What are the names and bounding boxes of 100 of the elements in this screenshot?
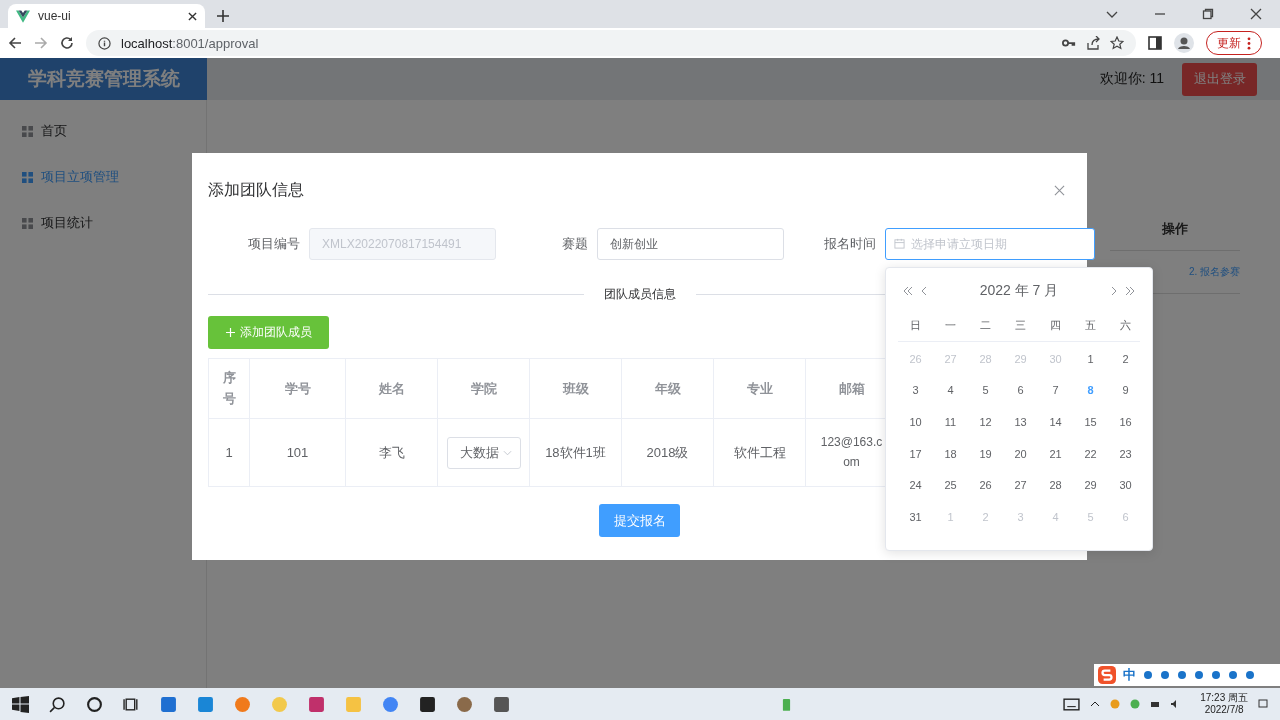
previous-year-icon[interactable] xyxy=(902,286,914,296)
calendar-day[interactable]: 31 xyxy=(898,510,933,523)
calendar-day[interactable]: 21 xyxy=(1038,447,1073,460)
column-header: 姓名 xyxy=(378,380,405,396)
grid-icon xyxy=(22,217,33,229)
calendar-day[interactable]: 12 xyxy=(968,416,1003,428)
weekday-label: 五 xyxy=(1084,318,1097,333)
share-icon[interactable] xyxy=(1086,36,1100,50)
calendar-day[interactable]: 27 xyxy=(1003,479,1038,492)
row-number: 1 xyxy=(225,445,233,460)
grade-cell: 2018级 xyxy=(646,444,689,460)
column-header: 学院 xyxy=(470,380,497,396)
plus-icon xyxy=(225,328,235,337)
url-text: localhost:8001/approval xyxy=(121,35,259,52)
column-header: 专业 xyxy=(746,380,773,396)
name-cell: 李飞 xyxy=(378,444,405,460)
clock[interactable]: 17:23 周五 2022/7/8 xyxy=(1200,692,1248,716)
keyboard-icon[interactable] xyxy=(1063,695,1081,713)
major-cell: 软件工程 xyxy=(733,444,786,460)
calendar-day[interactable]: 17 xyxy=(898,447,933,460)
column-header: 序号 xyxy=(222,368,236,408)
grid-icon xyxy=(22,171,33,183)
column-header: 班级 xyxy=(562,380,589,396)
sidebar-item[interactable]: 首页 xyxy=(0,108,206,154)
vue-logo-icon xyxy=(16,9,30,23)
calendar-day[interactable]: 25 xyxy=(933,479,968,492)
calendar-day[interactable]: 15 xyxy=(1073,416,1108,428)
sidebar-item[interactable]: 项目统计 xyxy=(0,200,206,246)
text-field[interactable]: 创新创业 xyxy=(597,228,784,260)
address-bar[interactable]: localhost:8001/approval xyxy=(86,30,1136,56)
side-panel-icon[interactable] xyxy=(1148,36,1162,50)
close-tab-icon[interactable] xyxy=(188,11,197,21)
weekday-label: 三 xyxy=(1014,318,1027,333)
calendar-day[interactable]: 28 xyxy=(1038,479,1073,492)
column-header: 学号 xyxy=(284,380,311,396)
weekday-label: 一 xyxy=(944,318,957,333)
calendar-day[interactable]: 24 xyxy=(898,479,933,492)
new-tab-icon[interactable] xyxy=(217,10,229,22)
search-icon[interactable] xyxy=(49,695,66,713)
app-title: 学科竞赛管理系统 xyxy=(0,58,207,100)
weekday-label: 六 xyxy=(1119,318,1132,333)
calendar-day[interactable]: 6 xyxy=(1003,384,1038,397)
welcome-text: 欢迎你: 11 xyxy=(1099,70,1164,88)
weekday-label: 二 xyxy=(979,318,992,333)
chevron-up-icon[interactable] xyxy=(1090,699,1101,709)
calendar-day[interactable]: 26 xyxy=(968,479,1003,492)
task-view-icon[interactable] xyxy=(123,695,140,713)
browser-tab[interactable]: vue-ui xyxy=(8,4,205,28)
weekday-label: 四 xyxy=(1049,318,1062,333)
dialog-title: 添加团队信息 xyxy=(208,180,304,200)
column-header: 年级 xyxy=(654,380,681,396)
column-header: 邮箱 xyxy=(838,380,865,396)
calendar-day[interactable]: 29 xyxy=(1073,479,1108,492)
maximize-icon[interactable] xyxy=(1202,8,1214,20)
month-title: 2022 年 7 月 xyxy=(978,282,1060,300)
college-select[interactable]: 大数据 xyxy=(446,436,521,469)
calendar-day[interactable]: 4 xyxy=(933,384,968,397)
tab-title: vue-ui xyxy=(38,9,72,23)
calendar-day[interactable]: 9 xyxy=(1108,384,1143,397)
star-icon[interactable] xyxy=(1110,36,1124,50)
field-label: 赛题 xyxy=(561,235,588,253)
chevron-down-icon xyxy=(502,449,512,456)
reload-icon[interactable] xyxy=(60,36,74,50)
circle-icon[interactable] xyxy=(86,695,103,713)
grid-icon xyxy=(22,125,33,137)
calendar-day[interactable]: 18 xyxy=(933,447,968,460)
profile-icon[interactable] xyxy=(1174,33,1194,53)
calendar-day[interactable]: 11 xyxy=(933,416,968,428)
student-id-cell: 101 xyxy=(286,445,309,460)
windows-icon[interactable] xyxy=(12,695,29,713)
calendar-day[interactable]: 30 xyxy=(1108,479,1143,492)
calendar-day[interactable]: 10 xyxy=(898,416,933,428)
close-icon[interactable] xyxy=(1250,8,1262,20)
info-icon xyxy=(98,36,111,50)
email-cell-text: 123@163.com xyxy=(819,434,884,471)
calendar-day[interactable]: 22 xyxy=(1073,447,1108,460)
calendar-day[interactable]: 2 xyxy=(1108,352,1143,365)
calendar-day[interactable]: 19 xyxy=(968,447,1003,460)
calendar-day[interactable]: 23 xyxy=(1108,447,1143,460)
calendar-day[interactable]: 14 xyxy=(1038,416,1073,428)
class-cell: 18软件1班 xyxy=(545,444,606,460)
calendar-day[interactable]: 20 xyxy=(1003,447,1038,460)
section-title: 团队成员信息 xyxy=(602,285,677,303)
next-year-icon[interactable] xyxy=(1124,286,1136,296)
calendar-day[interactable]: 1 xyxy=(1073,352,1108,365)
calendar-day[interactable]: 3 xyxy=(898,384,933,397)
input-method-logo-icon[interactable] xyxy=(1098,666,1116,684)
back-icon[interactable] xyxy=(8,36,22,50)
more-icon[interactable] xyxy=(1247,36,1251,50)
calendar-day[interactable]: 5 xyxy=(968,384,1003,397)
ime-mode[interactable]: 中 xyxy=(1123,666,1136,684)
notification-icon[interactable] xyxy=(1258,699,1268,709)
clock-time: 17:23 周五 xyxy=(1200,692,1248,704)
calendar-day[interactable]: 16 xyxy=(1108,416,1143,428)
update-button[interactable]: 更新 xyxy=(1206,31,1262,55)
field-label: 项目编号 xyxy=(247,235,300,253)
date-field[interactable]: 选择申请立项日期 xyxy=(885,228,1095,260)
calendar-day[interactable]: 13 xyxy=(1003,416,1038,428)
weekday-label: 日 xyxy=(909,318,922,333)
calendar-day[interactable]: 7 xyxy=(1038,384,1073,397)
